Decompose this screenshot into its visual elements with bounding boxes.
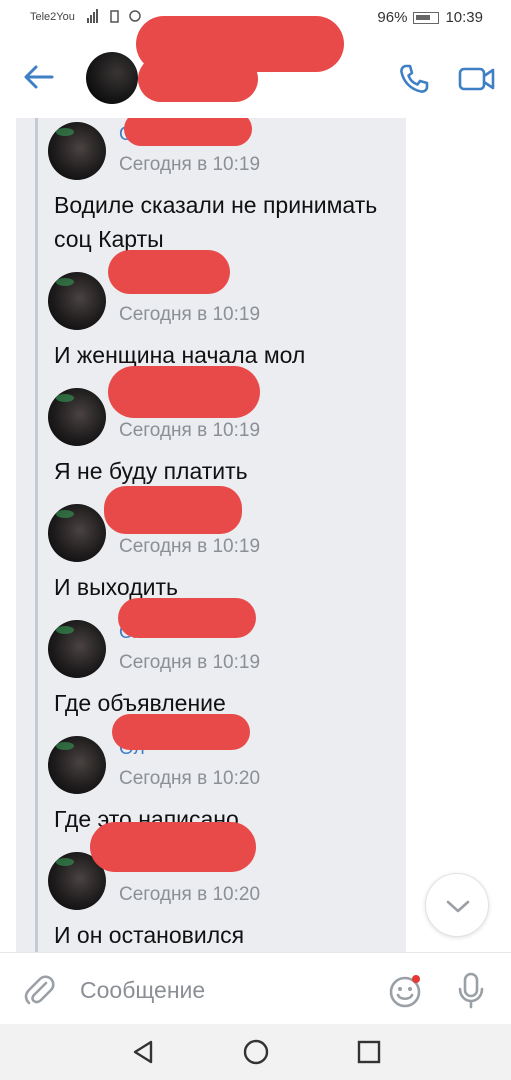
message-time: Сегодня в 10:20 (119, 884, 261, 905)
message-time: Сегодня в 10:20 (119, 768, 261, 789)
battery-percent: 96% (377, 9, 408, 26)
phone-icon[interactable] (398, 63, 430, 95)
scroll-to-bottom-button[interactable] (425, 873, 489, 937)
sender-avatar[interactable] (48, 388, 106, 446)
paperclip-icon[interactable] (22, 973, 56, 1007)
redaction-mark (118, 598, 256, 638)
redaction-mark (104, 486, 242, 534)
back-arrow-icon[interactable] (22, 60, 56, 94)
system-navigation-bar (0, 1024, 511, 1080)
sender-avatar[interactable] (48, 122, 106, 180)
sender-avatar[interactable] (48, 736, 106, 794)
message-time: Сегодня в 10:19 (119, 420, 261, 441)
chat-history[interactable]: Ол Сегодня в 10:19 Водиле сказали не при… (16, 118, 406, 952)
redaction-mark (108, 250, 230, 294)
message-time: Сегодня в 10:19 (119, 536, 261, 557)
redaction-mark (124, 118, 252, 146)
message-text: Я не буду платить (54, 458, 248, 484)
nav-back-icon[interactable] (130, 1038, 156, 1066)
chat-avatar[interactable] (86, 52, 138, 104)
redaction-mark (90, 822, 256, 872)
nav-recent-apps-icon[interactable] (356, 1038, 382, 1066)
message-time: Сегодня в 10:19 (119, 154, 261, 175)
redaction-mark (108, 366, 260, 418)
battery-icon (413, 11, 440, 24)
sender-avatar[interactable] (48, 504, 106, 562)
microphone-icon[interactable] (455, 971, 487, 1009)
video-call-icon[interactable] (458, 64, 496, 94)
sender-avatar[interactable] (48, 272, 106, 330)
redaction-mark (112, 714, 250, 750)
carrier-label: Tele2You (30, 11, 75, 23)
nav-home-icon[interactable] (242, 1038, 270, 1066)
message-composer (0, 952, 511, 1024)
message-text: Водиле сказали не принимать соц Карты (54, 192, 378, 252)
status-right: 96% 10:39 (377, 9, 483, 26)
message-text: И он остановился (54, 922, 245, 948)
chevron-down-icon (446, 900, 470, 913)
redaction-mark (138, 56, 258, 102)
sender-avatar[interactable] (48, 620, 106, 678)
signal-icon (87, 9, 141, 23)
clock: 10:39 (445, 9, 483, 26)
emoji-icon[interactable] (387, 973, 423, 1009)
message-input[interactable] (80, 973, 370, 1007)
message-time: Сегодня в 10:19 (119, 652, 261, 673)
message-time: Сегодня в 10:19 (119, 304, 261, 325)
